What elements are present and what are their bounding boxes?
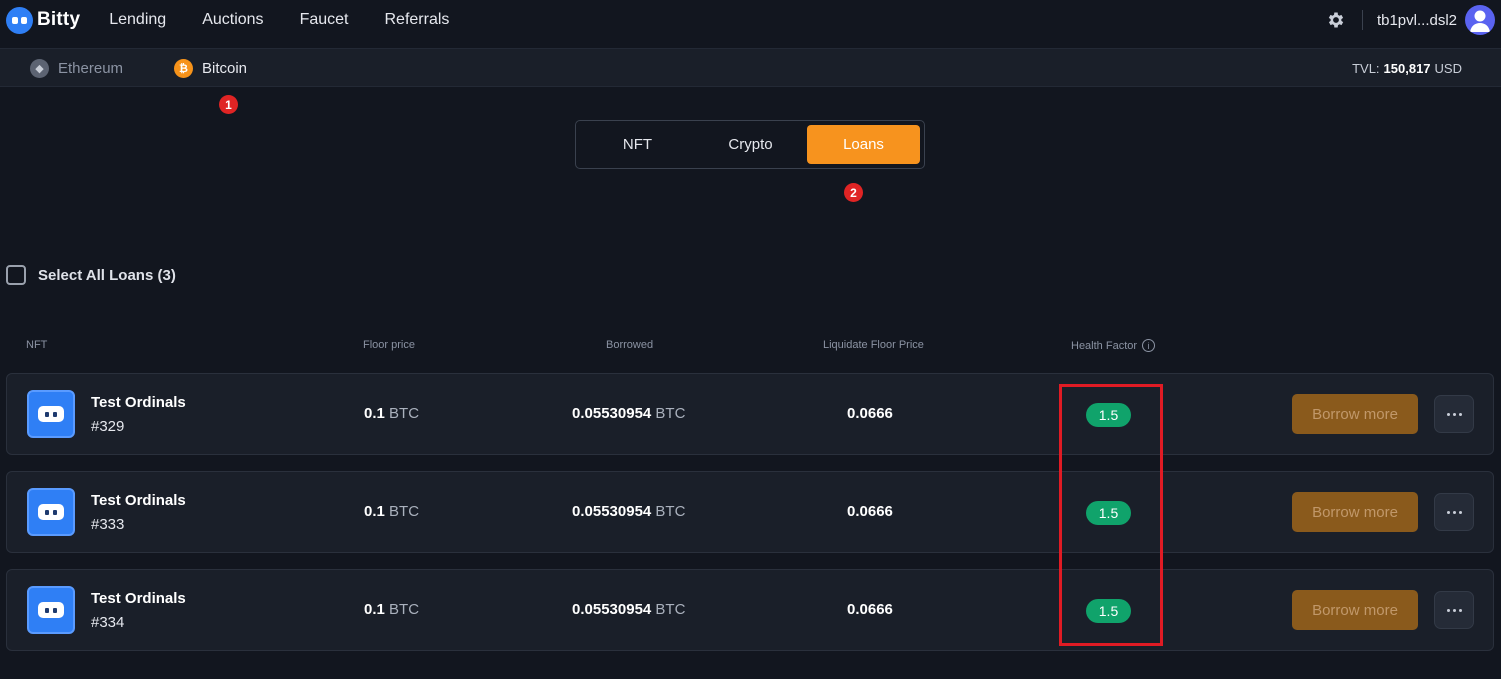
borrowed-cell: 0.05530954 BTC xyxy=(572,601,685,618)
borrow-more-button[interactable]: Borrow more xyxy=(1292,590,1418,630)
select-all-loans[interactable]: Select All Loans (3) xyxy=(6,265,176,285)
table-row[interactable]: Test Ordinals #333 0.1 BTC 0.05530954 BT… xyxy=(6,471,1494,553)
table-row[interactable]: Test Ordinals #329 0.1 BTC 0.05530954 BT… xyxy=(6,373,1494,455)
nft-id: #334 xyxy=(91,614,125,631)
bitty-logo-icon xyxy=(6,6,33,34)
tvl-unit: USD xyxy=(1434,61,1462,76)
borrowed-value: 0.05530954 xyxy=(572,601,652,618)
tvl-value: 150,817 xyxy=(1383,61,1431,76)
annotation-marker-2: 2 xyxy=(844,183,863,202)
user-avatar-icon[interactable] xyxy=(1465,5,1495,35)
tab-loans[interactable]: Loans xyxy=(807,125,920,164)
floor-price-cell: 0.1 BTC xyxy=(364,405,419,422)
borrowed-unit: BTC xyxy=(655,503,686,520)
brand-logo[interactable]: Bitty xyxy=(6,6,81,34)
select-all-checkbox[interactable] xyxy=(6,265,26,285)
borrowed-unit: BTC xyxy=(655,405,686,422)
floor-price-unit: BTC xyxy=(389,405,420,422)
health-factor-label: Health Factor xyxy=(1071,339,1138,352)
liquidate-floor-price-cell: 0.0666 xyxy=(847,601,893,618)
nav-item-lending[interactable]: Lending xyxy=(109,11,166,29)
tvl-label: TVL: xyxy=(1352,61,1380,76)
health-factor-highlight-box xyxy=(1059,384,1163,646)
nft-thumbnail-icon xyxy=(27,488,75,536)
column-header-health-factor: Health Factor i xyxy=(1071,339,1156,352)
bitcoin-icon: ₿ xyxy=(174,59,193,78)
network-label-ethereum: Ethereum xyxy=(58,60,124,77)
column-header-borrowed: Borrowed xyxy=(606,339,654,351)
main-nav: Lending Auctions Faucet Referrals xyxy=(109,11,485,29)
ethereum-icon: ◆ xyxy=(30,59,49,78)
borrowed-value: 0.05530954 xyxy=(572,405,652,422)
nft-name: Test Ordinals xyxy=(91,394,186,411)
borrow-more-button[interactable]: Borrow more xyxy=(1292,492,1418,532)
gear-icon[interactable] xyxy=(1326,10,1346,30)
network-tab-bitcoin[interactable]: ₿ Bitcoin xyxy=(174,49,247,88)
nft-thumbnail-icon xyxy=(27,390,75,438)
tab-crypto[interactable]: Crypto xyxy=(694,125,807,164)
floor-price-unit: BTC xyxy=(389,503,420,520)
floor-price-value: 0.1 xyxy=(364,601,385,618)
nft-name: Test Ordinals xyxy=(91,492,186,509)
table-row[interactable]: Test Ordinals #334 0.1 BTC 0.05530954 BT… xyxy=(6,569,1494,651)
more-options-icon[interactable] xyxy=(1434,493,1474,531)
info-icon[interactable]: i xyxy=(1142,339,1156,352)
nft-id: #333 xyxy=(91,516,125,533)
view-segmented-control: NFT Crypto Loans xyxy=(575,120,925,169)
floor-price-value: 0.1 xyxy=(364,503,385,520)
more-options-icon[interactable] xyxy=(1434,591,1474,629)
network-bar: ◆ Ethereum ₿ Bitcoin TVL: 150,817 USD xyxy=(0,48,1501,87)
floor-price-unit: BTC xyxy=(389,601,420,618)
nav-item-auctions[interactable]: Auctions xyxy=(202,11,263,29)
column-header-floor-price: Floor price xyxy=(363,339,415,351)
borrowed-cell: 0.05530954 BTC xyxy=(572,503,685,520)
more-options-icon[interactable] xyxy=(1434,395,1474,433)
nav-item-faucet[interactable]: Faucet xyxy=(300,11,349,29)
account-area: tb1pvl...dsl2 xyxy=(1326,4,1495,36)
tvl-display: TVL: 150,817 USD xyxy=(1352,49,1462,88)
floor-price-cell: 0.1 BTC xyxy=(364,601,419,618)
network-label-bitcoin: Bitcoin xyxy=(202,60,248,77)
nft-id: #329 xyxy=(91,418,125,435)
annotation-marker-1: 1 xyxy=(219,95,238,114)
liquidate-floor-price-cell: 0.0666 xyxy=(847,503,893,520)
borrowed-unit: BTC xyxy=(655,601,686,618)
select-all-label: Select All Loans (3) xyxy=(38,266,176,284)
nav-item-referrals[interactable]: Referrals xyxy=(384,11,449,29)
floor-price-cell: 0.1 BTC xyxy=(364,503,419,520)
nft-thumbnail-icon xyxy=(27,586,75,634)
column-header-nft: NFT xyxy=(26,339,48,351)
brand-name: Bitty xyxy=(37,9,81,30)
top-navbar: Bitty Lending Auctions Faucet Referrals … xyxy=(0,0,1501,40)
borrow-more-button[interactable]: Borrow more xyxy=(1292,394,1418,434)
divider xyxy=(1361,10,1363,30)
wallet-address[interactable]: tb1pvl...dsl2 xyxy=(1377,12,1457,29)
floor-price-value: 0.1 xyxy=(364,405,385,422)
network-tab-ethereum[interactable]: ◆ Ethereum xyxy=(30,49,123,88)
tab-nft[interactable]: NFT xyxy=(581,125,694,164)
column-header-liquidate-floor-price: Liquidate Floor Price xyxy=(823,339,924,351)
borrowed-cell: 0.05530954 BTC xyxy=(572,405,685,422)
borrowed-value: 0.05530954 xyxy=(572,503,652,520)
nft-name: Test Ordinals xyxy=(91,590,186,607)
liquidate-floor-price-cell: 0.0666 xyxy=(847,405,893,422)
